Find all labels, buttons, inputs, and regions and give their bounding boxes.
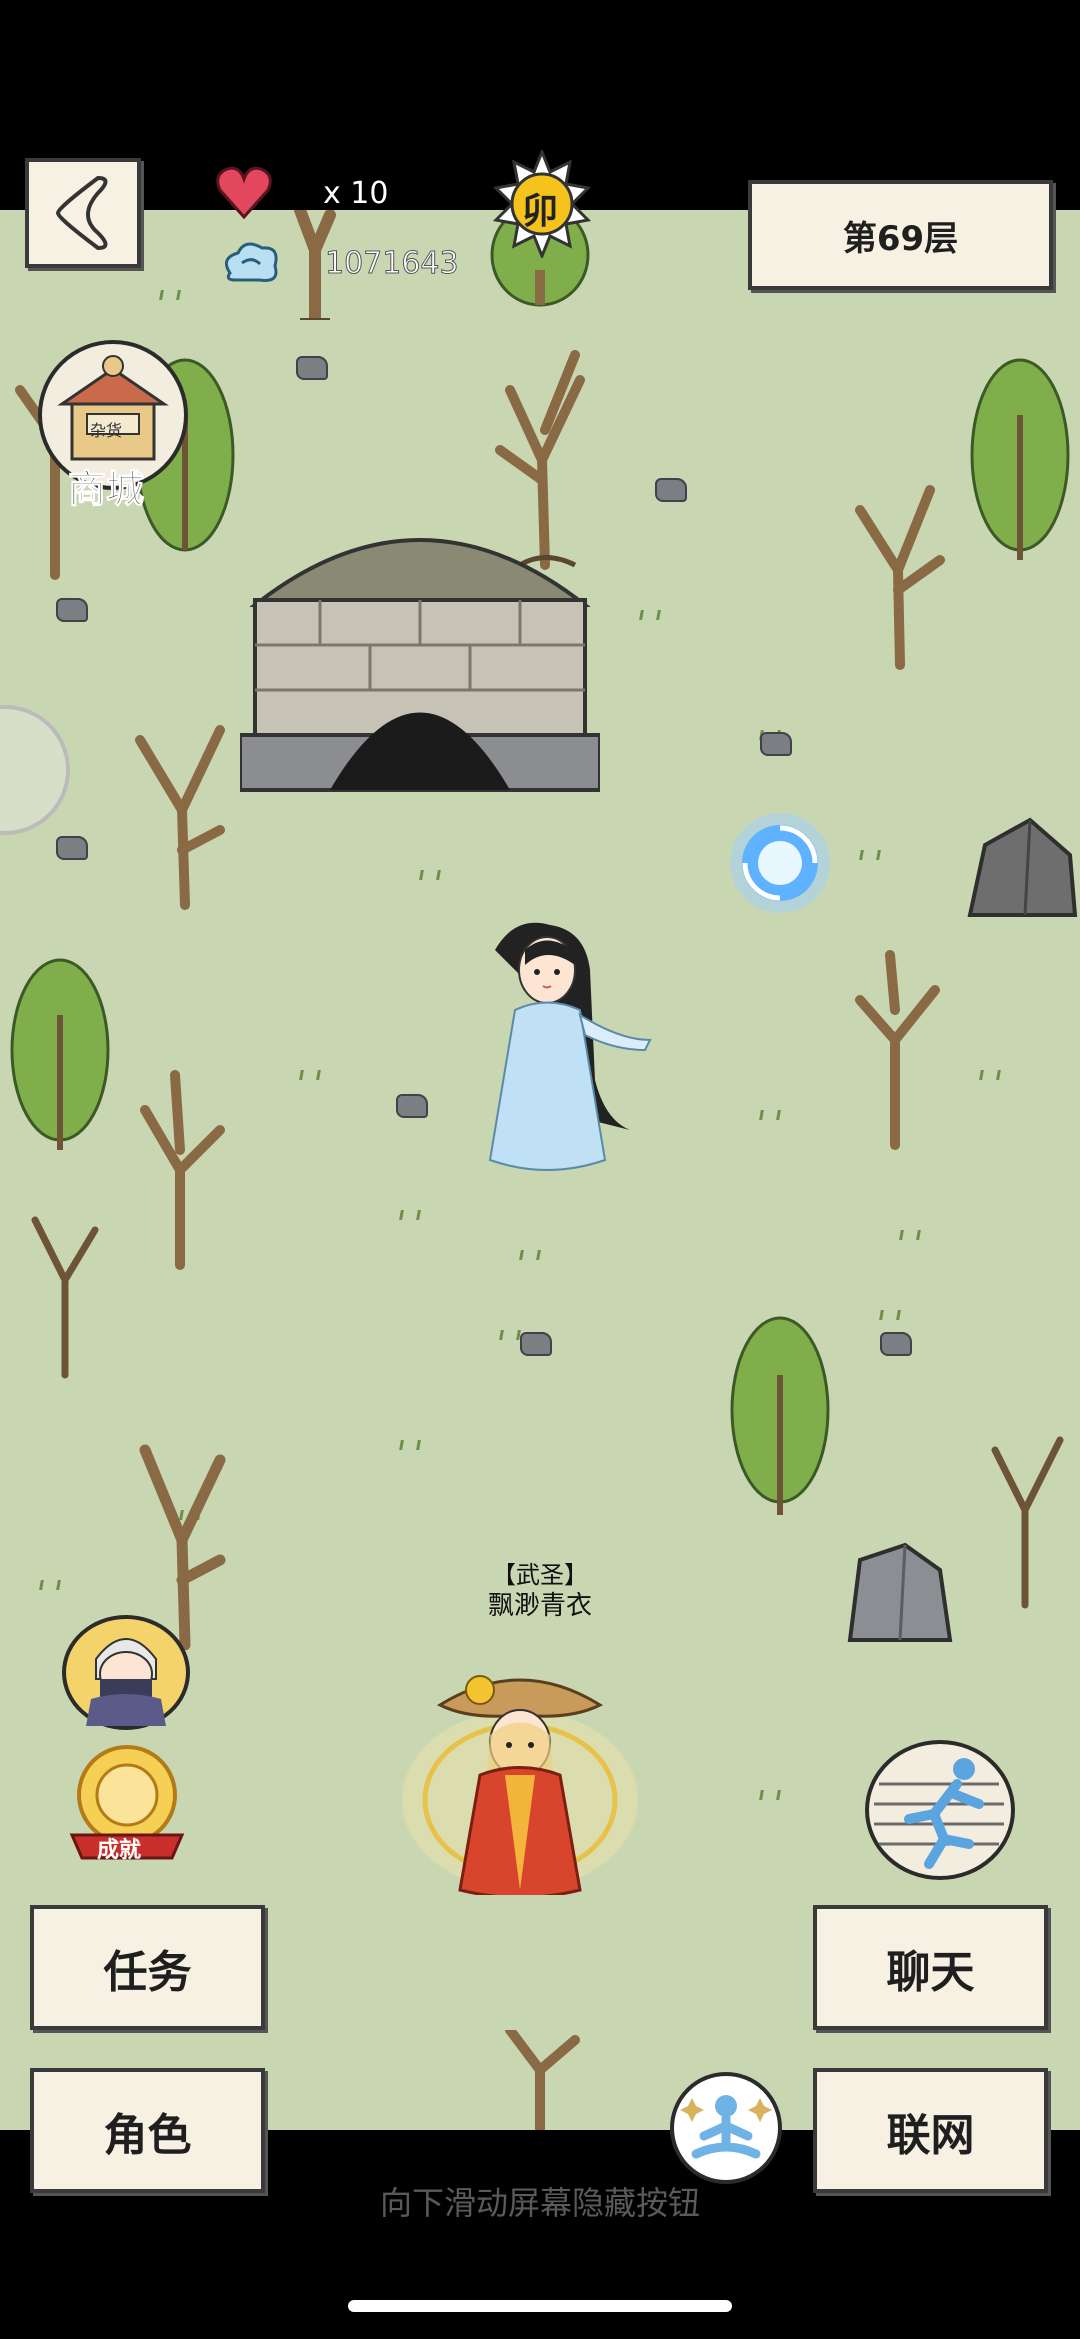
player-character[interactable] bbox=[395, 1665, 645, 1895]
grass-tuft bbox=[979, 1070, 1001, 1080]
time-indicator[interactable]: 卯 bbox=[488, 147, 596, 261]
small-rock bbox=[296, 356, 328, 380]
grass-tuft bbox=[499, 1330, 521, 1340]
footer-hint: 向下滑动屏幕隐藏按钮 bbox=[379, 2184, 700, 2222]
currency-amount: 1071643 bbox=[325, 246, 460, 282]
player-name: 飘渺青衣 bbox=[487, 1591, 592, 1621]
side-badge-icon[interactable] bbox=[0, 705, 70, 835]
character-button[interactable]: 角色 bbox=[30, 2068, 265, 2193]
shop-button[interactable]: 杂货 商城 bbox=[38, 340, 188, 520]
small-rock bbox=[520, 1332, 552, 1356]
grass-tuft bbox=[39, 1580, 61, 1590]
green-tree bbox=[730, 1316, 830, 1515]
network-button[interactable]: 联网 bbox=[813, 2068, 1048, 2193]
bare-tree bbox=[991, 1436, 1064, 1609]
lives-count: x 10 bbox=[323, 176, 389, 211]
small-rock bbox=[760, 732, 792, 756]
grass-tuft bbox=[399, 1440, 421, 1450]
chat-button[interactable]: 聊天 bbox=[813, 1905, 1048, 2030]
spirit-cloud-icon bbox=[224, 242, 278, 282]
large-rock bbox=[847, 1542, 953, 1642]
small-rock bbox=[880, 1332, 912, 1356]
cave-entrance[interactable] bbox=[240, 505, 600, 795]
floor-indicator: 第69层 bbox=[748, 180, 1053, 290]
green-tree bbox=[10, 958, 110, 1150]
bare-tree bbox=[140, 1070, 225, 1270]
shop-sign: 杂货 bbox=[90, 421, 123, 440]
run-icon bbox=[874, 1758, 1004, 1869]
meditate-icon bbox=[680, 2095, 772, 2159]
shop-label: 商城 bbox=[67, 467, 145, 512]
grass-tuft bbox=[639, 610, 661, 620]
achievement-label: 成就 bbox=[97, 1838, 142, 1863]
bare-tree bbox=[135, 725, 225, 910]
small-rock bbox=[56, 598, 88, 622]
run-button[interactable] bbox=[865, 1740, 1015, 1880]
quest-button[interactable]: 任务 bbox=[30, 1905, 265, 2030]
back-button[interactable] bbox=[25, 158, 141, 268]
bare-tree bbox=[855, 485, 945, 670]
home-indicator[interactable] bbox=[348, 2300, 732, 2312]
npc-girl[interactable] bbox=[455, 920, 655, 1175]
portal-icon[interactable] bbox=[725, 808, 835, 918]
grass-tuft bbox=[899, 1230, 921, 1240]
grass-tuft bbox=[759, 1790, 781, 1800]
grass-tuft bbox=[879, 1310, 901, 1320]
time-glyph: 卯 bbox=[522, 191, 559, 232]
grass-tuft bbox=[399, 1210, 421, 1220]
back-arrow-icon bbox=[55, 175, 108, 251]
ninja-avatar-icon[interactable] bbox=[62, 1615, 190, 1730]
large-rock bbox=[967, 817, 1078, 917]
bare-tree bbox=[31, 1216, 99, 1379]
meditate-button[interactable] bbox=[670, 2072, 782, 2184]
grass-tuft bbox=[859, 850, 881, 860]
grass-tuft bbox=[299, 1070, 321, 1080]
game-map[interactable]: 杂货 商城 【武圣】 飘渺青衣 成就 任务 聊天 bbox=[0, 210, 1080, 2130]
grass-tuft bbox=[159, 290, 181, 300]
grass-tuft bbox=[419, 870, 441, 880]
heart-icon bbox=[216, 166, 272, 220]
bare-tree bbox=[505, 2030, 580, 2130]
small-rock bbox=[396, 1094, 428, 1118]
small-rock bbox=[655, 478, 687, 502]
bare-tree bbox=[855, 950, 940, 1150]
grass-tuft bbox=[519, 1250, 541, 1260]
achievement-button[interactable]: 成就 bbox=[62, 1740, 192, 1870]
green-tree bbox=[970, 358, 1070, 560]
grass-tuft bbox=[759, 1110, 781, 1120]
small-rock bbox=[56, 836, 88, 860]
